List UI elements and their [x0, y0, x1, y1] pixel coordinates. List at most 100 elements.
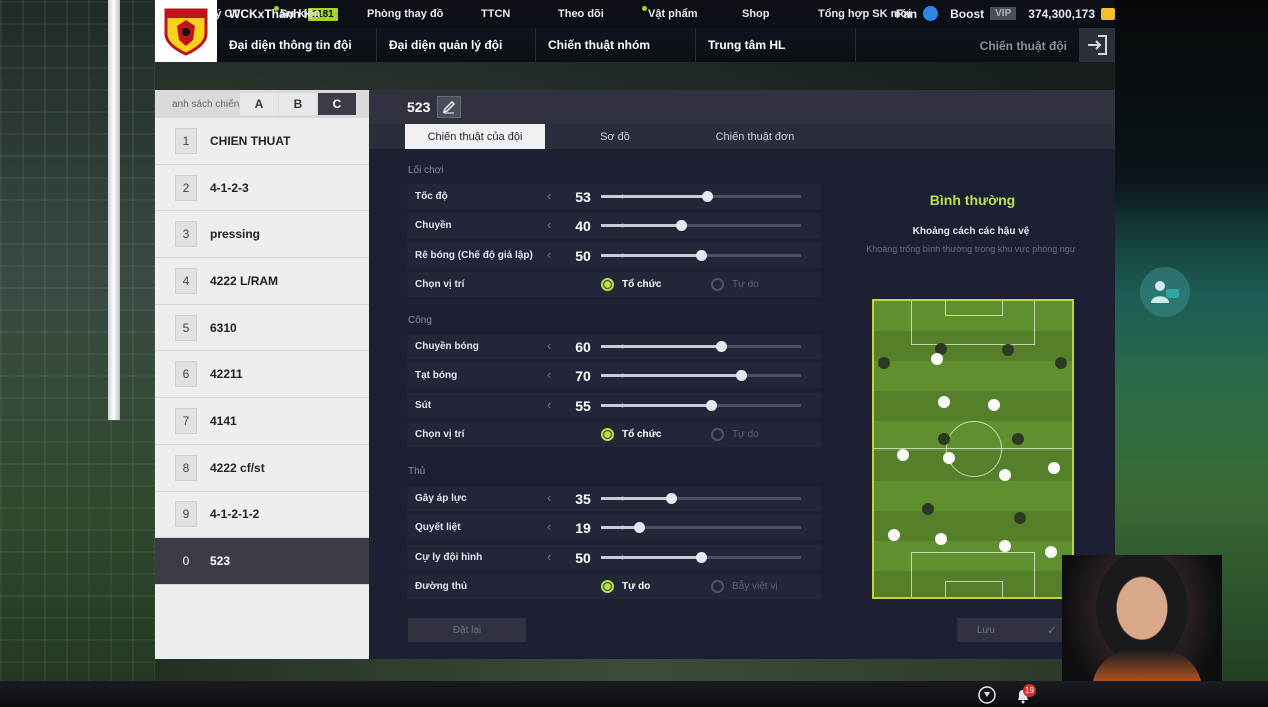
section-build-up-title: Lối chơi [408, 165, 444, 176]
tactic-list-item[interactable]: 2 4-1-2-3 [155, 165, 369, 212]
radio-organised[interactable]: Tổ chức [601, 428, 661, 441]
tab-list-c[interactable]: C [318, 93, 356, 115]
slider-track[interactable] [601, 250, 801, 261]
tactic-list-item[interactable]: 7 4141 [155, 398, 369, 445]
bottom-nav-items[interactable]: Vật phẩm [642, 6, 698, 20]
tactic-slot-number: 7 [175, 407, 197, 434]
slider-knob[interactable] [696, 552, 707, 563]
fan-emoji-icon[interactable] [923, 6, 939, 21]
nav-training-center[interactable]: Trung tâm HL [696, 28, 856, 62]
radio-label: Bẫy việt vị [732, 581, 778, 592]
exit-button[interactable] [1079, 28, 1115, 62]
slider-track[interactable] [601, 400, 801, 411]
slider-knob[interactable] [696, 250, 707, 261]
tactic-list-search[interactable]: anh sách chiến t [155, 99, 239, 110]
radio-free-form[interactable]: Tự do [711, 428, 759, 441]
tab-list-b[interactable]: B [279, 93, 317, 115]
tactic-list-item[interactable]: 9 4-1-2-1-2 [155, 492, 369, 539]
goal-box-top [945, 301, 1003, 316]
tactic-name: 523 [210, 554, 231, 569]
slider-knob[interactable] [702, 191, 713, 202]
slider-row-crossing: Tạt bóng ‹ 70 › [407, 363, 821, 388]
bottom-nav-ttcn[interactable]: TTCN [481, 8, 510, 20]
bottom-nav-locker-room[interactable]: Phòng thay đồ [367, 8, 443, 20]
radio-free-form[interactable]: Tự do [711, 278, 759, 291]
player-marker [988, 399, 1000, 411]
slider-label: Rê bóng (Chế độ giả lập) [415, 250, 533, 261]
radio-cover[interactable]: Tự do [601, 580, 650, 593]
decrease-arrow-icon[interactable]: ‹ [547, 188, 551, 203]
section-defence-title: Thủ [408, 466, 426, 477]
save-button[interactable]: Lưu ✓ [957, 618, 1075, 642]
setting-info-description: Khoảng trống bình thường trong khu vực p… [866, 244, 1076, 254]
decrease-arrow-icon[interactable]: ‹ [547, 367, 551, 382]
tactic-slot-number: 6 [175, 361, 197, 388]
team-crest [155, 0, 217, 62]
edit-name-button[interactable] [437, 96, 462, 118]
decrease-arrow-icon[interactable]: ‹ [547, 217, 551, 232]
reset-button[interactable]: Đặt lại [408, 618, 526, 642]
tactic-list-item-selected[interactable]: 0 523 [155, 538, 369, 585]
decrease-arrow-icon[interactable]: ‹ [547, 549, 551, 564]
player-marker [931, 353, 943, 365]
slider-knob[interactable] [676, 220, 687, 231]
slider-knob[interactable] [736, 370, 747, 381]
tab-formation[interactable]: Sơ đồ [545, 124, 685, 149]
slider-track[interactable] [601, 493, 801, 504]
setting-info-subtitle: Khoảng cách các hậu vệ [912, 226, 1030, 237]
radio-label: Tự do [732, 279, 759, 290]
radio-row-label: Đường thủ [415, 581, 468, 592]
slider-label: Chuyền bóng [415, 341, 479, 352]
tactic-list-item[interactable]: 3 pressing [155, 211, 369, 259]
opponent-marker [922, 503, 934, 515]
slider-track[interactable] [601, 370, 801, 381]
decrease-arrow-icon[interactable]: ‹ [547, 247, 551, 262]
slider-knob[interactable] [716, 341, 727, 352]
decrease-arrow-icon[interactable]: ‹ [547, 397, 551, 412]
bottom-nav-shop[interactable]: Shop [742, 8, 770, 20]
background-pitch-strip [155, 659, 1115, 681]
notification-badge: 19 [1023, 684, 1036, 697]
nav-team-management[interactable]: Đại diện quản lý đội [377, 28, 536, 62]
decrease-arrow-icon[interactable]: ‹ [547, 519, 551, 534]
decrease-arrow-icon[interactable]: ‹ [547, 490, 551, 505]
opponent-marker [1055, 357, 1067, 369]
tactic-list-item[interactable]: 5 6310 [155, 305, 369, 352]
tactic-list-item[interactable]: 4 4222 L/RAM [155, 258, 369, 305]
exit-icon [1088, 35, 1107, 55]
setting-info-title: Bình thường [929, 192, 1016, 208]
slider-track[interactable] [601, 191, 801, 202]
tactic-list-item[interactable]: 6 42211 [155, 351, 369, 399]
bottom-nav-follow[interactable]: Theo dõi [558, 8, 604, 20]
slider-track[interactable] [601, 220, 801, 231]
nav-group-tactics[interactable]: Chiến thuật nhóm [536, 28, 696, 62]
tab-individual-tactics[interactable]: Chiến thuật đơn [685, 124, 825, 149]
tactic-list-header: anh sách chiến t A B C [155, 90, 369, 118]
slider-knob[interactable] [706, 400, 717, 411]
tactic-name: 4222 L/RAM [210, 273, 279, 288]
slider-track[interactable] [601, 341, 801, 352]
slider-track[interactable] [601, 522, 801, 533]
slider-track[interactable] [601, 552, 801, 563]
slider-knob[interactable] [666, 493, 677, 504]
radio-dot-icon [601, 428, 614, 441]
bottom-nav-events[interactable]: Sự kiện [273, 6, 320, 20]
vip-badge[interactable]: VIP [990, 7, 1017, 20]
radio-offside-trap[interactable]: Bẫy việt vị [711, 580, 778, 593]
radio-organised[interactable]: Tổ chức [601, 278, 661, 291]
tactic-name: CHIEN THUAT [210, 133, 291, 148]
bottom-nav [0, 681, 1268, 707]
slider-knob[interactable] [634, 522, 645, 533]
player-marker [938, 396, 950, 408]
bottom-nav-new-events[interactable]: Tổng hợp SK mới [818, 8, 911, 20]
decrease-arrow-icon[interactable]: ‹ [547, 338, 551, 353]
tactic-list-item[interactable]: 1 CHIEN THUAT [155, 118, 369, 165]
player-marker [1045, 546, 1057, 558]
settings-ball-icon[interactable] [978, 686, 996, 707]
tactic-list-item[interactable]: 8 4222 cf/st [155, 445, 369, 492]
tactic-slot-number: 5 [175, 314, 197, 341]
tab-team-tactics[interactable]: Chiến thuật của đội [405, 124, 545, 149]
community-chat-button[interactable] [1140, 267, 1190, 317]
nav-team-info[interactable]: Đại diện thông tin đội [217, 28, 377, 62]
tab-list-a[interactable]: A [240, 93, 278, 115]
